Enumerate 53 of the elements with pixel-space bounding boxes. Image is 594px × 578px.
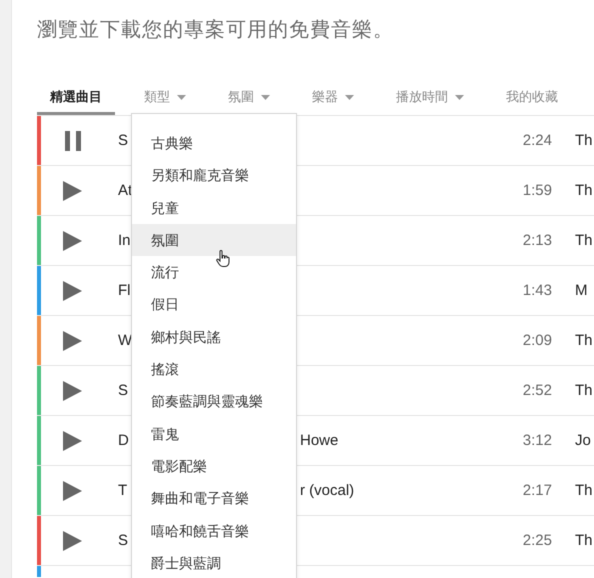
pause-icon[interactable] (64, 130, 80, 150)
track-duration: 2:17 (522, 482, 552, 499)
track-artist: Jo (574, 432, 592, 449)
hand-cursor-icon (216, 250, 230, 267)
filter-tab[interactable]: 樂器 (299, 82, 367, 115)
genre-menu-item[interactable]: 嘻哈和饒舌音樂 (132, 514, 296, 547)
play-icon[interactable] (63, 330, 82, 350)
track-artist: Th (574, 532, 594, 549)
genre-menu-item[interactable]: 古典樂 (132, 127, 296, 160)
genre-menu-item[interactable]: 氛圍 (132, 224, 296, 256)
track-title: S (118, 132, 128, 148)
track-duration: 2:24 (522, 132, 552, 149)
filter-tab[interactable]: 類型 (131, 82, 199, 115)
track-title: r (vocal) (300, 480, 354, 500)
track-duration: 1:59 (522, 182, 552, 199)
genre-menu-item[interactable]: 雷鬼 (132, 418, 296, 450)
track-artist: Th (574, 332, 594, 349)
track-duration: 3:12 (522, 432, 552, 449)
track-title: Howe (300, 430, 338, 450)
track-duration: 2:13 (522, 232, 552, 249)
track-title: T (118, 482, 128, 498)
play-icon[interactable] (63, 280, 82, 300)
play-icon[interactable] (63, 480, 82, 500)
track-artist: Th (574, 232, 594, 249)
track-title: W (118, 332, 132, 348)
track-duration: 2:09 (522, 332, 552, 349)
filter-tab[interactable]: 我的收藏 (493, 82, 571, 115)
track-artist: Th (574, 182, 594, 199)
filter-tab[interactable]: 精選曲目 (37, 82, 115, 115)
track-title: In (118, 232, 131, 248)
track-duration: 2:52 (522, 382, 552, 399)
page-heading: 瀏覽並下載您的專案可用的免費音樂。 (37, 18, 395, 43)
play-icon[interactable] (63, 530, 82, 550)
filter-tab[interactable]: 氛圍 (215, 82, 283, 115)
track-title: S (118, 382, 128, 398)
play-icon[interactable] (63, 230, 82, 250)
track-title: D (118, 432, 129, 448)
play-icon[interactable] (63, 180, 82, 200)
track-title: Fl (118, 282, 130, 298)
track-duration: 1:43 (522, 282, 552, 299)
genre-menu-item[interactable]: 舞曲和電子音樂 (132, 482, 296, 515)
play-icon[interactable] (63, 380, 82, 400)
play-icon[interactable] (63, 430, 82, 450)
filter-tab[interactable]: 播放時間 (383, 82, 477, 115)
track-title: At (118, 182, 132, 198)
genre-menu-item[interactable]: 節奏藍調與靈魂樂 (132, 385, 296, 418)
track-duration: 2:25 (522, 532, 552, 549)
genre-menu-item[interactable]: 鄉村與民謠 (132, 320, 296, 354)
track-artist: Th (574, 382, 594, 399)
track-artist: Th (574, 482, 594, 499)
track-artist: Th (574, 132, 594, 149)
track-title: S (118, 532, 128, 548)
track-artist: M (574, 282, 588, 299)
